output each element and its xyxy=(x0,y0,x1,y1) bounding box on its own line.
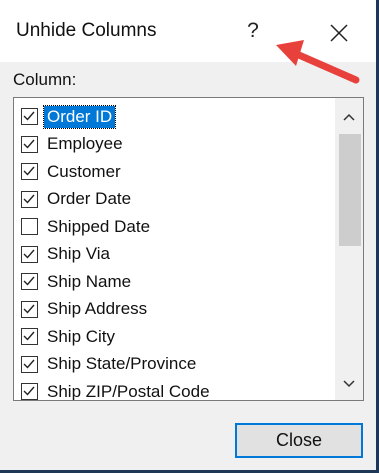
list-item-label: Ship Via xyxy=(47,244,111,264)
list-item[interactable]: Customer xyxy=(14,158,334,186)
checkbox-checked[interactable] xyxy=(21,273,38,291)
chevron-up-icon[interactable] xyxy=(335,103,363,131)
scrollbar[interactable] xyxy=(335,98,363,400)
checkbox-checked[interactable] xyxy=(21,245,38,263)
checkbox-checked[interactable] xyxy=(21,355,38,373)
unhide-columns-dialog: Unhide Columns ? Column: Order ID Employe… xyxy=(0,0,379,473)
list-item[interactable]: Ship State/Province xyxy=(14,351,334,379)
list-item[interactable]: Shipped Date xyxy=(14,213,334,241)
checkbox-checked[interactable] xyxy=(21,383,38,400)
close-icon[interactable] xyxy=(320,14,358,52)
title-bar: Unhide Columns ? xyxy=(0,0,376,62)
checkbox-checked[interactable] xyxy=(21,163,38,181)
list-item[interactable]: Order ID xyxy=(14,103,334,131)
list-item-label: Order Date xyxy=(47,189,132,209)
list-item-label: Ship Address xyxy=(47,299,148,319)
list-item-label: Customer xyxy=(47,161,121,181)
list-item-label: Shipped Date xyxy=(47,216,151,236)
list-item[interactable]: Ship ZIP/Postal Code xyxy=(14,378,334,401)
chevron-down-icon[interactable] xyxy=(335,370,363,398)
close-button[interactable]: Close xyxy=(235,423,363,458)
help-button[interactable]: ? xyxy=(236,14,270,48)
list-item[interactable]: Ship City xyxy=(14,323,334,351)
list-item-label: Ship Name xyxy=(47,271,132,291)
list-item-label: Order ID xyxy=(42,104,117,129)
list-item-label: Ship State/Province xyxy=(47,354,197,374)
list-item[interactable]: Ship Via xyxy=(14,241,334,269)
columns-listbox[interactable]: Order ID Employee Customer Order Date Shippe… xyxy=(13,97,364,401)
list-item[interactable]: Employee xyxy=(14,131,334,159)
checkbox-checked[interactable] xyxy=(21,135,38,153)
checkbox-unchecked[interactable] xyxy=(21,218,38,236)
list-item[interactable]: Ship Address xyxy=(14,296,334,324)
list-item-label: Employee xyxy=(47,134,123,154)
list-item[interactable]: Ship Name xyxy=(14,268,334,296)
column-label: Column: xyxy=(13,70,77,89)
checkbox-checked[interactable] xyxy=(21,190,38,208)
columns-list: Order ID Employee Customer Order Date Shippe… xyxy=(14,103,334,401)
checkbox-checked[interactable] xyxy=(21,108,38,126)
list-item[interactable]: Order Date xyxy=(14,186,334,214)
list-item-label: Ship City xyxy=(47,326,116,346)
dialog-title: Unhide Columns xyxy=(16,20,157,41)
checkbox-checked[interactable] xyxy=(21,300,38,318)
checkbox-checked[interactable] xyxy=(21,328,38,346)
list-item-label: Ship ZIP/Postal Code xyxy=(47,381,210,401)
scroll-thumb[interactable] xyxy=(339,134,361,246)
